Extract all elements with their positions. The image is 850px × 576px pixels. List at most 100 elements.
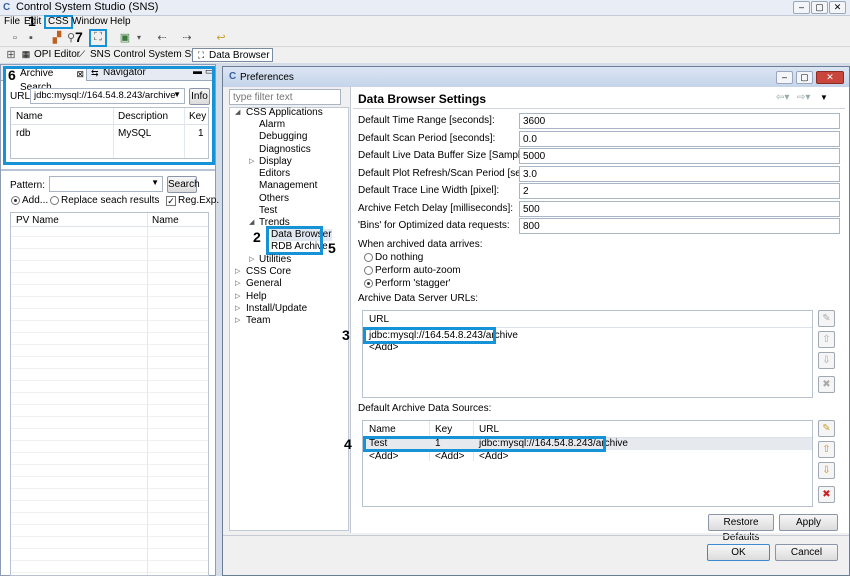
tree-utilities[interactable]: Utilities	[259, 254, 291, 266]
expanded-icon[interactable]: ◢	[249, 217, 254, 229]
tree-general[interactable]: General	[246, 278, 282, 290]
edit-source-button[interactable]: ✎	[818, 420, 835, 437]
menu-window[interactable]: Window	[72, 16, 108, 28]
tree-others[interactable]: Others	[259, 193, 289, 205]
collapsed-icon[interactable]: ▷	[235, 278, 240, 290]
server-urls-label: Archive Data Server URLs:	[358, 293, 479, 304]
collapsed-icon[interactable]: ▷	[249, 156, 254, 168]
tree-management[interactable]: Management	[259, 180, 317, 192]
setting-value-field[interactable]	[519, 131, 840, 147]
perspective-opi-editor[interactable]: ▦ OPI Editor	[18, 48, 82, 62]
apply-button[interactable]: Apply	[779, 514, 838, 531]
pin-icon[interactable]: ↩	[214, 31, 228, 45]
dialog-close-button[interactable]: ✕	[816, 71, 844, 84]
tree-team[interactable]: Team	[246, 315, 270, 327]
perspective-data-browser[interactable]: ⛶ Data Browser	[192, 48, 273, 62]
new-icon[interactable]: ▫	[8, 31, 22, 45]
minimize-button[interactable]: –	[793, 1, 810, 14]
setting-value-field[interactable]	[519, 113, 840, 129]
setting-value-field[interactable]	[519, 218, 840, 234]
stagger-label: Perform 'stagger'	[375, 278, 451, 289]
move-url-down-button[interactable]: ⇩	[818, 352, 835, 369]
edit-url-button[interactable]: ✎	[818, 310, 835, 327]
setting-label: Archive Fetch Delay [milliseconds]:	[358, 203, 514, 214]
source-add-name[interactable]: <Add>	[369, 451, 398, 463]
source-add-url[interactable]: <Add>	[479, 451, 508, 463]
add-radio[interactable]	[11, 196, 20, 205]
column-header-url[interactable]: URL	[369, 314, 389, 326]
tree-css-core[interactable]: CSS Core	[246, 266, 291, 278]
tree-editors[interactable]: Editors	[259, 168, 290, 180]
column-header-name[interactable]: Name	[369, 424, 396, 436]
setting-value-field[interactable]	[519, 183, 840, 199]
chevron-down-icon[interactable]: ▼	[151, 178, 159, 187]
menu-file[interactable]: File	[4, 16, 20, 28]
restore-defaults-button[interactable]: Restore Defaults	[708, 514, 774, 543]
nav-forward-icon[interactable]: ⇢	[180, 31, 194, 45]
ok-button[interactable]: OK	[707, 544, 770, 561]
setting-label: 'Bins' for Optimized data requests:	[358, 220, 510, 231]
move-source-down-button[interactable]: ⇩	[818, 462, 835, 479]
source-add-key[interactable]: <Add>	[435, 451, 464, 463]
view-menu-icon[interactable]: ▼	[820, 92, 828, 104]
close-button[interactable]: ✕	[829, 1, 846, 14]
server-urls-table: URL jdbc:mysql://164.54.8.243/archive <A…	[362, 310, 813, 398]
do-nothing-radio[interactable]	[364, 253, 373, 262]
setting-value-field[interactable]	[519, 201, 840, 217]
regexp-checkbox[interactable]: ✓	[166, 196, 176, 206]
nav-forward-icon[interactable]: ⇨▾	[797, 92, 810, 104]
nav-back-icon[interactable]: ⇦▾	[776, 92, 789, 104]
column-header-key[interactable]: Key	[435, 424, 452, 436]
tree-display[interactable]: Display	[259, 156, 292, 168]
dialog-minimize-button[interactable]: –	[776, 71, 793, 84]
save-icon[interactable]: ▪	[24, 31, 38, 45]
tree-test[interactable]: Test	[259, 205, 277, 217]
tree-css-applications[interactable]: CSS Applications	[246, 107, 323, 119]
collapsed-icon[interactable]: ▷	[249, 254, 254, 266]
stagger-radio[interactable]	[364, 279, 373, 288]
column-header-url[interactable]: URL	[479, 424, 499, 436]
tree-help[interactable]: Help	[246, 291, 267, 303]
pattern-label: Pattern:	[10, 180, 46, 191]
collapsed-icon[interactable]: ▷	[235, 303, 240, 315]
callout-5: 5	[328, 240, 336, 256]
pattern-combo[interactable]: ▼	[49, 176, 163, 192]
menu-help[interactable]: Help	[110, 16, 131, 28]
tree-debugging[interactable]: Debugging	[259, 131, 307, 143]
dialog-maximize-button[interactable]: ▢	[796, 71, 813, 84]
data-browser-toolbar-icon[interactable]: ⛶	[89, 29, 107, 47]
dropdown-icon[interactable]: ▾	[132, 31, 146, 45]
column-header-pv-name[interactable]: PV Name	[16, 215, 59, 227]
auto-zoom-radio[interactable]	[364, 266, 373, 275]
column-header-name[interactable]: Name	[152, 215, 179, 227]
delete-url-button[interactable]: ✖	[818, 376, 835, 393]
move-source-up-button[interactable]: ⇧	[818, 441, 835, 458]
expanded-icon[interactable]: ◢	[235, 107, 240, 119]
tree-install-update[interactable]: Install/Update	[246, 303, 307, 315]
replace-radio[interactable]	[50, 196, 59, 205]
menu-css[interactable]: CSS	[44, 15, 73, 29]
delete-source-button[interactable]: ✖	[818, 486, 835, 503]
maximize-button[interactable]: ▢	[811, 1, 828, 14]
button-bar-separator	[223, 535, 849, 536]
do-nothing-label: Do nothing	[375, 252, 424, 263]
move-url-up-button[interactable]: ⇧	[818, 331, 835, 348]
filter-input[interactable]	[229, 89, 341, 105]
nav-back-icon[interactable]: ⇠	[155, 31, 169, 45]
setting-value-field[interactable]	[519, 166, 840, 182]
collapsed-icon[interactable]: ▷	[235, 315, 240, 327]
cancel-button[interactable]: Cancel	[775, 544, 838, 561]
callout-4: 4	[344, 436, 352, 452]
tree-alarm[interactable]: Alarm	[259, 119, 285, 131]
search-button[interactable]: Search	[167, 176, 200, 193]
image-icon[interactable]: ▣	[118, 31, 132, 45]
open-perspective-icon[interactable]: ⊞	[4, 48, 18, 62]
setting-label: Default Time Range [seconds]:	[358, 115, 495, 126]
collapsed-icon[interactable]: ▷	[235, 291, 240, 303]
perspective-icon[interactable]: ▞	[50, 31, 64, 45]
dialog-title: Preferences	[240, 72, 294, 83]
tree-diagnostics[interactable]: Diagnostics	[259, 144, 311, 156]
setting-value-field[interactable]	[519, 148, 840, 164]
highlight-box-6	[3, 66, 215, 165]
collapsed-icon[interactable]: ▷	[235, 266, 240, 278]
